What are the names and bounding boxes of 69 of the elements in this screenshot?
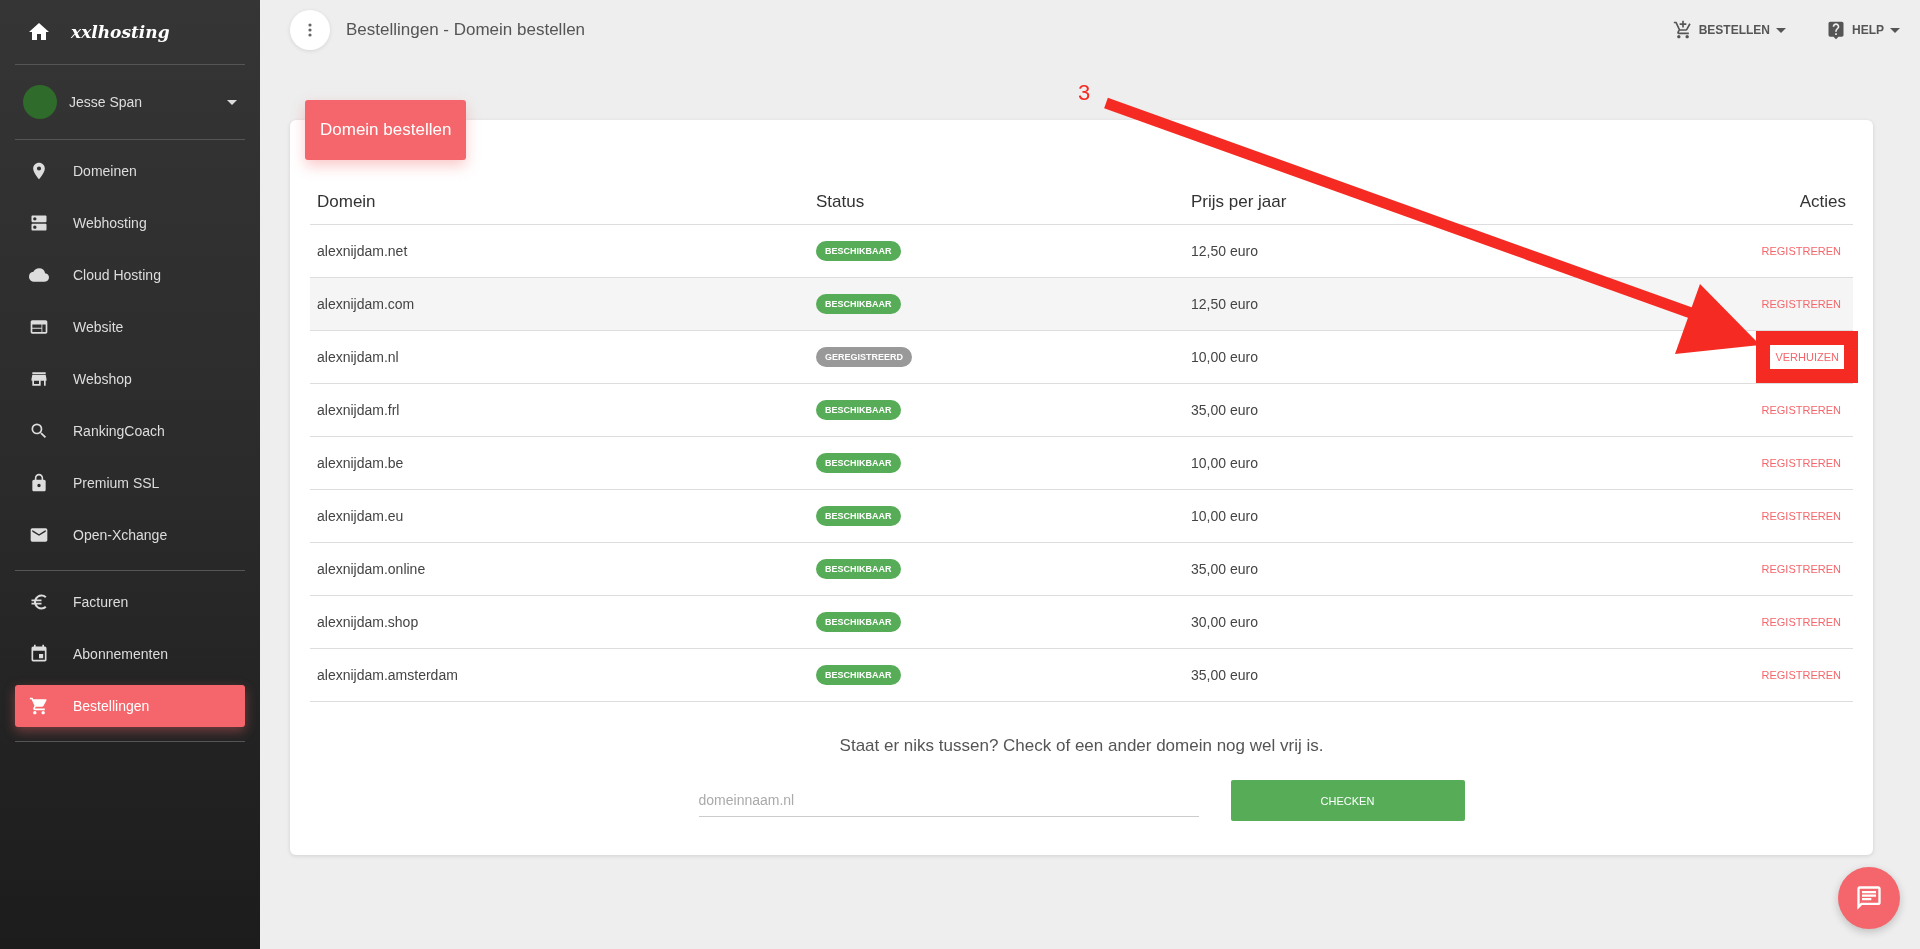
card-header: Domein bestellen [305, 100, 467, 160]
server-icon [29, 213, 49, 233]
column-header: Prijs per jaar [1191, 192, 1288, 212]
price-cell-text: 12,50 euro [1191, 296, 1259, 312]
status-badge: BESCHIKBAAR [816, 294, 901, 314]
menu-button[interactable] [290, 10, 330, 50]
sidebar-item[interactable]: Domeinen [15, 150, 245, 192]
top-menu[interactable]: HELP [1826, 20, 1900, 40]
help-icon [1826, 20, 1846, 40]
domain-cell-text: alexnijdam.net [317, 243, 409, 259]
sidebar-item[interactable]: Abonnementen [15, 633, 245, 675]
store-icon [29, 369, 49, 389]
check-prompt: Staat er niks tussen? Check of een ander domein nog wel vrij is. [838, 736, 1325, 756]
price-cell-text: 35,00 euro [1191, 561, 1259, 577]
domain-cell-text: alexnijdam.com [317, 296, 416, 312]
price-cell-text: 10,00 euro [1191, 349, 1259, 365]
sidebar-item[interactable]: Website [15, 306, 245, 348]
brand-logo[interactable]: xxlhosting [71, 22, 170, 42]
domain-cell-text: alexnijdam.nl [317, 349, 400, 365]
price-cell-text: 35,00 euro [1191, 667, 1259, 683]
price-cell-text: 12,50 euro [1191, 243, 1259, 259]
chat-icon [1855, 884, 1883, 912]
sidebar-item[interactable]: Premium SSL [15, 462, 245, 504]
domain-cell-text: alexnijdam.frl [317, 402, 401, 418]
browser-icon [29, 317, 49, 337]
price-cell-text: 10,00 euro [1191, 508, 1259, 524]
caret-icon [227, 99, 237, 105]
domain-cell-text: alexnijdam.shop [317, 614, 420, 630]
search-icon [29, 421, 49, 441]
calendar-icon [29, 644, 49, 664]
sidebar-item[interactable]: Open-Xchange [15, 514, 245, 556]
status-badge: GEREGISTREERD [816, 347, 912, 367]
lock-icon [29, 473, 49, 493]
status-badge: BESCHIKBAAR [816, 453, 901, 473]
euro-icon [29, 592, 49, 612]
price-cell-text: 30,00 euro [1191, 614, 1259, 630]
sidebar-item[interactable]: Cloud Hosting [15, 254, 245, 296]
top-menu[interactable]: BESTELLEN [1672, 20, 1786, 40]
mail-icon [29, 525, 49, 545]
user-menu[interactable]: Jesse Span [15, 65, 245, 139]
status-badge: BESCHIKBAAR [816, 612, 901, 632]
more-icon [308, 23, 312, 37]
cart-plus-icon [1672, 20, 1693, 40]
status-badge: BESCHIKBAAR [816, 241, 901, 261]
domain-cell-text: alexnijdam.eu [317, 508, 405, 524]
sidebar-item[interactable]: Webshop [15, 358, 245, 400]
price-cell-text: 35,00 euro [1191, 402, 1259, 418]
sidebar-item[interactable]: RankingCoach [15, 410, 245, 452]
caret-icon [1776, 27, 1786, 33]
avatar [23, 85, 57, 119]
cart-icon [29, 696, 49, 716]
sidebar-item[interactable]: Facturen [15, 581, 245, 623]
column-header: Status [816, 192, 866, 212]
domain-cell-text: alexnijdam.be [317, 455, 405, 471]
sidebar-item[interactable]: Webhosting [15, 202, 245, 244]
domain-cell-text: alexnijdam.amsterdam [317, 667, 459, 683]
cloud-icon [29, 265, 49, 285]
status-badge: BESCHIKBAAR [816, 506, 901, 526]
column-header: Domein [317, 192, 377, 212]
status-badge: BESCHIKBAAR [816, 559, 901, 579]
column-header: Acties [1798, 192, 1846, 212]
page-title: Bestellingen - Domein bestellen [346, 20, 587, 40]
status-badge: BESCHIKBAAR [816, 665, 901, 685]
status-badge: BESCHIKBAAR [816, 400, 901, 420]
annotation-number: 3 [1078, 80, 1091, 106]
domain-cell-text: alexnijdam.online [317, 561, 427, 577]
chat-button[interactable] [1838, 867, 1900, 929]
caret-icon [1890, 27, 1900, 33]
price-cell-text: 10,00 euro [1191, 455, 1259, 471]
